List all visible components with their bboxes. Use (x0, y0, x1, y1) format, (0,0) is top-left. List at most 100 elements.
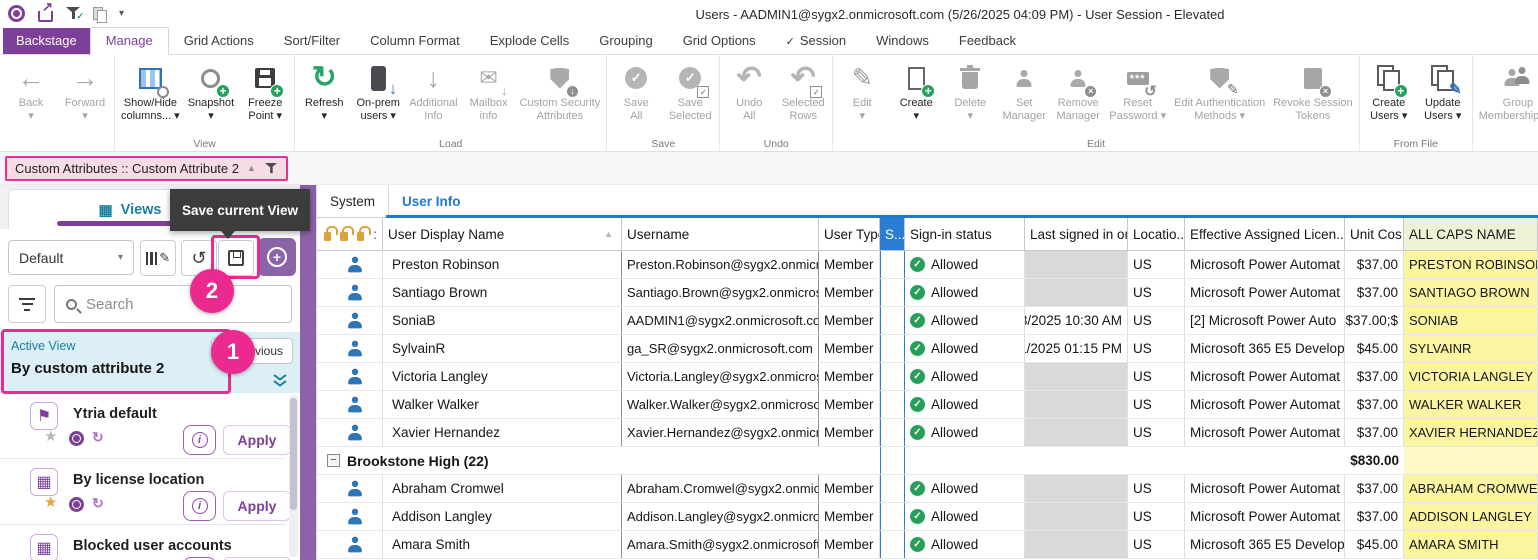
cell-display-name[interactable]: Walker Walker (383, 391, 622, 418)
cell-signin-status[interactable] (905, 447, 1025, 474)
show-hide-columns-button[interactable]: Show/Hide columns... ▾ (117, 58, 184, 122)
cell-last-signed-in[interactable] (1025, 391, 1128, 418)
rename-view-button[interactable]: ✎ (140, 240, 176, 276)
col-header-effective-assigned-licen[interactable]: Effective Assigned Licen... (1185, 218, 1345, 250)
tab-backstage[interactable]: Backstage (3, 28, 90, 54)
cell-signin-status[interactable]: ✓Allowed (905, 419, 1025, 446)
cell-location[interactable]: US (1128, 391, 1185, 418)
cell-display-name[interactable]: Abraham Cromwel (383, 475, 622, 502)
cell-selection[interactable] (880, 503, 905, 530)
tab-windows[interactable]: Windows (861, 28, 944, 54)
star-icon[interactable]: ★ (44, 429, 57, 444)
mailbox-info-button[interactable]: ✉↓Mailbox info (462, 58, 516, 122)
cell-location[interactable]: US (1128, 531, 1185, 558)
col-header-last-signed-in-on[interactable]: Last signed in on - ... (1025, 218, 1128, 250)
apply-view-button[interactable]: Apply (223, 425, 291, 455)
tab-explode-cells[interactable]: Explode Cells (475, 28, 585, 54)
cell-license[interactable]: Microsoft 365 E5 Develop (1185, 531, 1345, 558)
cell-signin-status[interactable]: ✓Allowed (905, 251, 1025, 278)
cell-display-name[interactable]: Xavier Hernandez (383, 419, 622, 446)
cell-unit-cost[interactable]: $45.00 (1345, 335, 1404, 362)
cell-license[interactable]: Microsoft Power Automat (1185, 503, 1345, 530)
cell-username[interactable]: AADMIN1@sygx2.onmicrosoft.com (622, 307, 819, 334)
cell-user-type[interactable]: Member (819, 363, 880, 390)
update-users-button[interactable]: ✎Update Users ▾ (1416, 58, 1470, 122)
scrollbar-thumb[interactable] (290, 398, 297, 510)
forward-button[interactable]: →Forward ▾ (58, 58, 112, 122)
cell-all-caps[interactable]: SANTIAGO BROWN (1404, 279, 1538, 306)
cell-all-caps[interactable]: VICTORIA LANGLEY (1404, 363, 1538, 390)
cell-unit-cost[interactable]: $37.00 (1345, 419, 1404, 446)
star-icon[interactable]: ★ (44, 495, 57, 510)
cell-last-signed-in[interactable] (1025, 531, 1128, 558)
edit-button[interactable]: ✎Edit ▾ (835, 58, 889, 122)
save-all-button[interactable]: ✓Save All (609, 58, 663, 122)
cell-unit-cost[interactable]: $37.00 (1345, 475, 1404, 502)
filter-views-button[interactable] (8, 285, 46, 323)
cell-license[interactable]: Microsoft Power Automat (1185, 419, 1345, 446)
cell-signin-status[interactable]: ✓Allowed (905, 335, 1025, 362)
cell-display-name[interactable]: SylvainR (383, 335, 622, 362)
cell-user-type[interactable]: Member (819, 475, 880, 502)
cell-user-icon[interactable] (317, 335, 383, 362)
cell-last-signed-in[interactable] (1025, 279, 1128, 306)
cell-user-type[interactable]: Member (819, 279, 880, 306)
expand-chevron-icon[interactable] (272, 374, 288, 390)
cell-display-name[interactable]: SoniaB (383, 307, 622, 334)
cell-last-signed-in[interactable] (1025, 503, 1128, 530)
cell-license[interactable]: Microsoft Power Automat (1185, 363, 1345, 390)
cell-license[interactable]: [2] Microsoft Power Auto (1185, 307, 1345, 334)
cell-user-type[interactable]: Member (819, 391, 880, 418)
view-list-item-ytria-default[interactable]: ⚑Ytria default★↻iApply (0, 393, 286, 459)
cell-unit-cost[interactable]: $37.00 (1345, 279, 1404, 306)
cell-unit-cost[interactable]: $37.00 (1345, 251, 1404, 278)
add-view-button[interactable]: + (258, 238, 296, 276)
tab-session[interactable]: ✓Session (771, 28, 861, 54)
cell-username[interactable]: ga_SR@sygx2.onmicrosoft.com (622, 335, 819, 362)
additional-info-button[interactable]: ↓Additional Info (405, 58, 461, 122)
cell-selection[interactable] (880, 335, 905, 362)
view-preset-select[interactable]: Default ▾ (8, 240, 134, 275)
cell-license[interactable]: Microsoft 365 E5 Develop (1185, 335, 1345, 362)
cell-signin-status[interactable]: ✓Allowed (905, 391, 1025, 418)
on-prem-users-button[interactable]: ↓On-prem users ▾ (351, 58, 405, 122)
cell-user-type[interactable]: Member (819, 251, 880, 278)
cell-all-caps[interactable]: WALKER WALKER (1404, 391, 1538, 418)
tab-sort-filter[interactable]: Sort/Filter (269, 28, 355, 54)
table-row[interactable]: Addison LangleyAddison.Langley@sygx2.onm… (317, 503, 1538, 531)
apply-view-button[interactable]: Apply (223, 491, 291, 521)
collapse-arrow-icon[interactable]: ▲ (247, 163, 256, 173)
cell-license[interactable]: Microsoft Power Automat (1185, 279, 1345, 306)
edit-authentication-methods-button[interactable]: ✎Edit Authentication Methods ▾ (1170, 58, 1269, 122)
cell-selection[interactable] (880, 363, 905, 390)
table-row[interactable]: Amara SmithAmara.Smith@sygx2.onmicrosoft… (317, 531, 1538, 559)
cell-location[interactable]: US (1128, 335, 1185, 362)
cell-license[interactable]: Microsoft Power Automat (1185, 251, 1345, 278)
toolbar-menu-caret-icon[interactable]: ▾ (119, 8, 124, 19)
cell-all-caps[interactable]: ADDISON LANGLEY (1404, 503, 1538, 530)
cell-display-name[interactable]: Santiago Brown (383, 279, 622, 306)
cell-all-caps[interactable]: ABRAHAM CROMWEL (1404, 475, 1538, 502)
cell-username[interactable]: Walker.Walker@sygx2.onmicrosoft.com (622, 391, 819, 418)
copy-icon[interactable] (93, 7, 106, 21)
cell-user-type[interactable]: Member (819, 419, 880, 446)
tab-grouping[interactable]: Grouping (584, 28, 667, 54)
band-tab-system[interactable]: System (317, 185, 389, 217)
cell-user-icon[interactable] (317, 531, 383, 558)
cell-location[interactable]: US (1128, 279, 1185, 306)
cell-user-icon[interactable] (317, 503, 383, 530)
cell-last-signed-in[interactable] (1025, 251, 1128, 278)
view-info-button[interactable]: i (183, 425, 216, 455)
group-row[interactable]: −Brookstone High (22)$830.00 (317, 447, 1538, 475)
cell-username[interactable]: Victoria.Langley@sygx2.onmicrosoft.com (622, 363, 819, 390)
col-header-locatio[interactable]: Locatio... (1128, 218, 1185, 250)
cell-display-name[interactable]: Preston Robinson (383, 251, 622, 278)
cell-selection[interactable] (880, 475, 905, 502)
cell-selection[interactable] (880, 307, 905, 334)
share-icon[interactable]: ↗ (38, 11, 53, 22)
cell-location[interactable]: US (1128, 475, 1185, 502)
tab-grid-options[interactable]: Grid Options (668, 28, 771, 54)
create-users-button[interactable]: +Create Users ▾ (1362, 58, 1416, 122)
cell-signin-status[interactable]: ✓Allowed (905, 307, 1025, 334)
cell-unit-cost[interactable]: [2]$37.00;$ (1345, 307, 1404, 334)
